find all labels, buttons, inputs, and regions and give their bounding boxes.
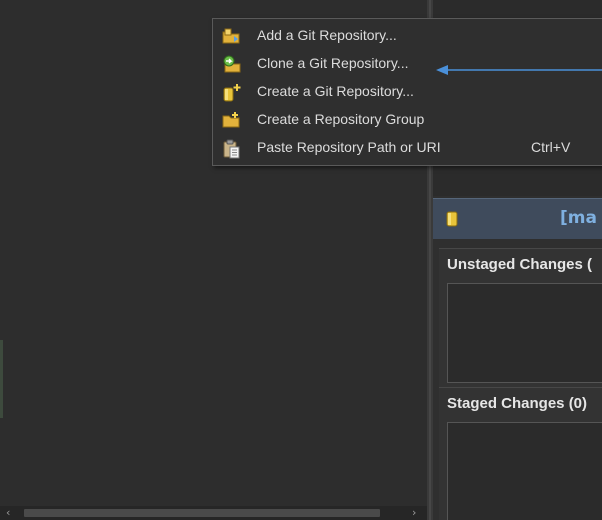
menu-item-label: Paste Repository Path or URI	[257, 139, 441, 155]
editor-edge-marker	[0, 340, 3, 418]
menu-item-paste-repository-path[interactable]: Paste Repository Path or URI Ctrl+V	[214, 133, 602, 161]
menu-item-shortcut: Ctrl+V	[531, 139, 571, 155]
scroll-left-icon[interactable]: ‹	[6, 507, 10, 519]
menu-item-label: Add a Git Repository...	[257, 27, 397, 43]
scrollbar-thumb[interactable]	[24, 509, 380, 517]
branch-label: [ma	[560, 208, 597, 228]
menu-item-label: Clone a Git Repository...	[257, 55, 409, 71]
unstaged-changes-title: Unstaged Changes (	[447, 256, 593, 273]
annotation-arrow	[436, 62, 602, 81]
menu-item-label: Create a Git Repository...	[257, 83, 414, 99]
repository-icon	[446, 210, 458, 232]
eclipse-window: ‹ › [ma Unstaged Changes ( Staged Change…	[0, 0, 602, 520]
horizontal-scrollbar[interactable]: ‹ ›	[0, 506, 427, 520]
menu-item-create-group[interactable]: Create a Repository Group	[214, 105, 602, 133]
clone-repository-icon	[222, 55, 241, 73]
paste-icon	[222, 139, 240, 159]
unstaged-changes-list[interactable]	[447, 283, 602, 383]
menu-item-create-repository[interactable]: Create a Git Repository...	[214, 77, 602, 105]
staged-changes-list[interactable]	[447, 422, 602, 520]
menu-item-label: Create a Repository Group	[257, 111, 425, 127]
create-repository-icon	[222, 83, 241, 102]
menu-item-add-repository[interactable]: Add a Git Repository...	[214, 21, 602, 49]
create-group-icon	[222, 111, 240, 129]
scroll-right-icon[interactable]: ›	[412, 507, 416, 519]
staged-changes-title: Staged Changes (0)	[447, 395, 588, 412]
add-repository-icon	[222, 27, 240, 45]
